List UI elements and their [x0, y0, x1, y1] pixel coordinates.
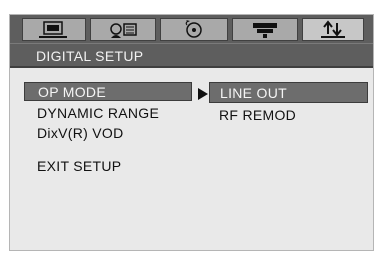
disc-icon	[185, 20, 202, 38]
submenu-arrow-icon	[198, 88, 208, 100]
tab-video[interactable]	[232, 18, 298, 41]
video-icon	[253, 23, 277, 38]
digital-setup-icon	[321, 20, 345, 38]
menu-exit-setup-label: EXIT SETUP	[37, 158, 122, 174]
menu-divx-vod[interactable]: DixV(R) VOD	[37, 125, 124, 141]
menu-dynamic-range[interactable]: DYNAMIC RANGE	[37, 105, 159, 121]
tab-bar	[10, 15, 373, 43]
menu-dynamic-range-label: DYNAMIC RANGE	[37, 105, 160, 121]
page-title-bar: DIGITAL SETUP	[10, 43, 373, 68]
option-line-out[interactable]: LINE OUT	[209, 82, 368, 103]
menu-exit-setup[interactable]: EXIT SETUP	[37, 158, 121, 174]
menu-op-mode[interactable]: OP MODE	[24, 82, 192, 101]
option-rf-remod[interactable]: RF REMOD	[219, 107, 296, 123]
tab-system[interactable]	[22, 18, 86, 41]
speaker-icon	[110, 23, 137, 38]
option-line-out-label: LINE OUT	[220, 85, 287, 101]
menu-op-mode-label: OP MODE	[38, 84, 106, 100]
page-title: DIGITAL SETUP	[36, 48, 144, 64]
tab-digital-setup[interactable]	[302, 18, 364, 41]
tab-language[interactable]	[90, 18, 156, 41]
setup-screen: DIGITAL SETUP OP MODE DYNAMIC RANGE DixV…	[9, 14, 374, 251]
tab-audio[interactable]	[160, 18, 228, 41]
option-rf-remod-label: RF REMOD	[219, 107, 297, 123]
monitor-icon	[39, 21, 67, 38]
menu-divx-vod-label: DixV(R) VOD	[37, 125, 124, 141]
